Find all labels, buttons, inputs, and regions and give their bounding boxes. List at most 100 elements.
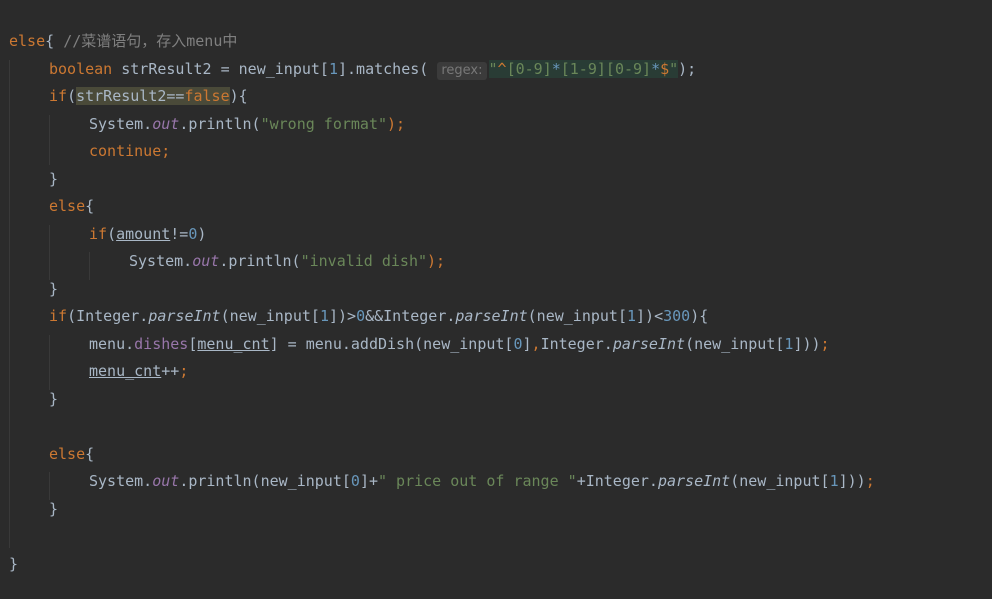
indent-guide [9,60,10,548]
code-number: 1 [328,60,338,78]
code-token: (new_input[ [730,472,830,490]
code-token: menu. [89,335,135,353]
code-token: ] [522,335,532,353]
code-token: +Integer. [576,472,658,490]
code-editor[interactable]: else{ //菜谱语句，存入menu中 boolean strResult2 … [0,0,992,599]
code-token: System. [89,472,153,490]
string-quote: " [669,60,679,78]
code-token: ])> [328,307,357,325]
code-line-1[interactable]: else{ //菜谱语句，存入menu中 [9,31,237,51]
code-variable: menu_cnt [197,335,270,353]
keyword-else: else [49,445,86,463]
code-token: } [49,170,59,188]
code-token: ){ [690,307,709,325]
keyword-else: else [9,32,46,50]
code-string: "wrong format" [260,115,388,133]
code-token: } [9,555,19,573]
code-line-9[interactable]: System.out.println("invalid dish"); [129,251,445,271]
regex-token: ] [642,60,652,78]
code-token: (new_input[ [220,307,320,325]
code-line-14[interactable]: } [49,389,58,409]
code-token: ]+ [359,472,378,490]
regex-token: 0-9 [515,60,543,78]
code-line-5[interactable]: continue; [89,141,170,161]
code-token: ( [67,87,77,105]
regex-token: * [551,60,561,78]
parameter-hint-regex: regex: [437,62,487,80]
code-line-11[interactable]: if(Integer.parseInt(new_input[1])>0&&Int… [49,306,708,326]
code-line-12[interactable]: menu.dishes[menu_cnt] = menu.addDish(new… [89,334,830,354]
code-token: .println( [219,252,301,270]
code-token: System. [89,115,153,133]
code-token: &&Integer. [365,307,456,325]
code-line-10[interactable]: } [49,279,58,299]
code-token: ) [197,225,207,243]
string-quote: " [488,60,498,78]
code-variable: menu_cnt [89,362,162,380]
code-token: strResult2 = new_input[ [112,60,329,78]
code-token: { [45,32,64,50]
code-method: parseInt [657,472,731,490]
keyword-if: if [49,307,68,325]
keyword-if: if [89,225,108,243]
code-line-6[interactable]: } [49,169,58,189]
regex-token: [ [560,60,570,78]
code-token: ])) [793,335,821,353]
code-field: out [152,472,180,490]
regex-token: ] [596,60,606,78]
code-token: ){ [229,87,248,105]
indent-guide [49,335,50,390]
code-variable: amount [116,225,171,243]
code-field: out [152,115,180,133]
code-token: System. [129,252,193,270]
code-token: } [49,500,59,518]
code-field: out [192,252,220,270]
code-line-20[interactable]: } [9,554,18,574]
code-line-8[interactable]: if(amount!=0) [89,224,206,244]
keyword-if: if [49,87,68,105]
regex-token: 1-9 [569,60,597,78]
regex-token: [ [506,60,516,78]
code-token: == [166,87,185,105]
code-token: ( [107,225,117,243]
code-field: dishes [134,335,189,353]
code-token: ); [387,115,406,133]
code-token: } [49,390,59,408]
code-variable: strResult2 [76,87,167,105]
code-method: parseInt [148,307,221,325]
code-token: ); [678,60,697,78]
code-token: ].matches( [338,60,438,78]
code-token: .println( [179,115,261,133]
regex-token: 0-9 [614,60,643,78]
code-token: , [531,335,541,353]
indent-guide [49,225,50,280]
keyword-continue: continue; [89,142,171,160]
code-line-3[interactable]: if(strResult2==false){ [49,86,248,106]
code-line-16[interactable]: else{ [49,444,94,464]
code-line-2[interactable]: boolean strResult2 = new_input[1].matche… [49,59,697,80]
code-string: " price out of range " [378,472,577,490]
code-method: parseInt [612,335,686,353]
code-number: 300 [663,307,691,325]
code-token: Integer. [540,335,613,353]
regex-token: ] [542,60,552,78]
code-number: 0 [356,307,366,325]
code-line-7[interactable]: else{ [49,196,94,216]
code-number: 0 [350,472,360,490]
code-line-4[interactable]: System.out.println("wrong format"); [89,114,405,134]
indent-guide [49,115,50,165]
code-comment: //菜谱语句，存入menu中 [63,32,238,50]
code-token: .println(new_input[ [179,472,351,490]
code-line-13[interactable]: menu_cnt++; [89,361,188,381]
code-number: 1 [319,307,329,325]
code-method: parseInt [455,307,528,325]
code-token: { [85,197,95,215]
code-line-17[interactable]: System.out.println(new_input[0]+" price … [89,471,875,491]
code-token: ); [427,252,446,270]
code-token: ])) [838,472,866,490]
code-line-18[interactable]: } [49,499,58,519]
code-token: ; [820,335,830,353]
indent-guide [49,472,50,500]
regex-literal: "^[0-9]*[1-9][0-9]*$" [488,60,679,78]
regex-token: $ [660,60,670,78]
